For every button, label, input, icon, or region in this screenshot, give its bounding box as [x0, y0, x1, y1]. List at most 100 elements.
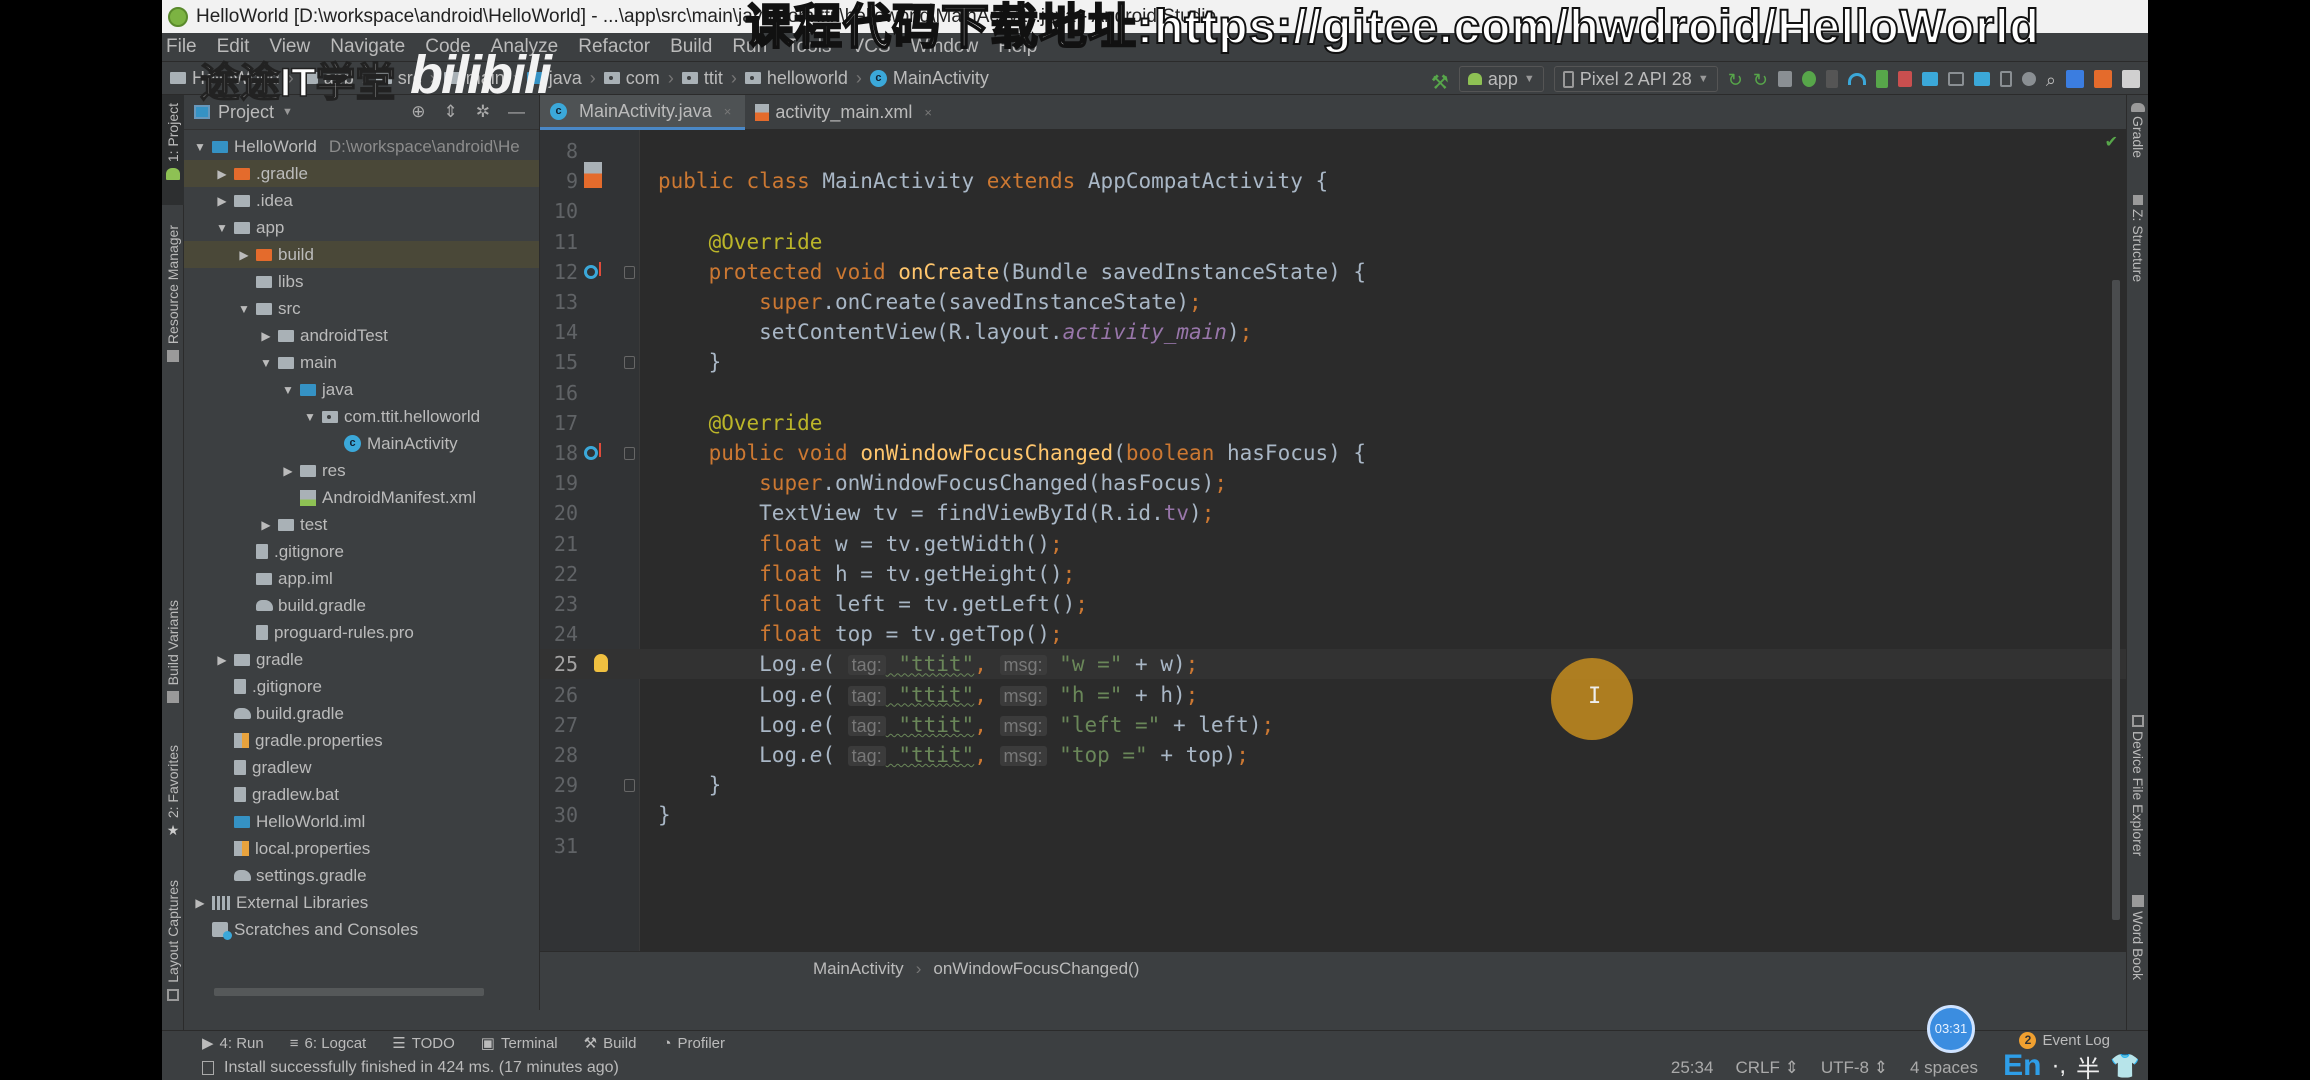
code-line[interactable]: 18 public void onWindowFocusChanged(bool…: [540, 438, 2126, 468]
device-manager-icon[interactable]: [1999, 71, 2012, 87]
fold-marker-icon[interactable]: [624, 779, 635, 793]
encoding-select[interactable]: UTF-8 ⇕: [1821, 1058, 1888, 1078]
indent-select[interactable]: 4 spaces: [1910, 1058, 1978, 1078]
attach-icon[interactable]: [1825, 70, 1838, 88]
expanded-arrow-icon[interactable]: ▼: [236, 302, 252, 316]
fold-marker-icon[interactable]: [624, 265, 635, 279]
collapsed-arrow-icon[interactable]: ▶: [192, 896, 208, 910]
tree-item[interactable]: proguard-rules.pro: [184, 619, 539, 646]
tree-item[interactable]: .gitignore: [184, 673, 539, 700]
tool-tab-structure[interactable]: Z: Structure: [2127, 195, 2148, 305]
code-line[interactable]: 15 }: [540, 347, 2126, 377]
tree-item[interactable]: ▶ res: [184, 457, 539, 484]
tree-item[interactable]: local.properties: [184, 835, 539, 862]
apply-changes-icon[interactable]: ↻: [1728, 70, 1743, 90]
code-line[interactable]: 31: [540, 831, 2126, 861]
coverage-icon[interactable]: [1777, 71, 1792, 87]
tree-item[interactable]: ▼ src: [184, 295, 539, 322]
translate-icon[interactable]: [2066, 70, 2084, 88]
tool-window-terminal[interactable]: ▣ Terminal: [481, 1034, 558, 1053]
fold-marker-icon[interactable]: [624, 447, 635, 460]
code-line[interactable]: 22 float h = tv.getHeight();: [540, 559, 2126, 589]
code-line[interactable]: 27 Log.e( tag: "ttit", msg: "left =" + l…: [540, 710, 2126, 740]
expanded-arrow-icon[interactable]: ▼: [280, 383, 296, 397]
tree-item[interactable]: ▶ build: [184, 241, 539, 268]
debug-attach-icon[interactable]: [1875, 70, 1888, 88]
editor-tab[interactable]: activity_main.xml ×: [745, 95, 946, 130]
tool-window-profiler[interactable]: ◔ Profiler: [662, 1035, 725, 1052]
tool-window-todo[interactable]: ☰ TODO: [392, 1034, 455, 1053]
ime-width-mode[interactable]: 半: [2076, 1049, 2100, 1080]
ime-skin-icon[interactable]: 👕: [2110, 1052, 2140, 1080]
code-editor[interactable]: 8 9 public class MainActivity extends AppC…: [540, 130, 2126, 985]
event-log-button[interactable]: 2 Event Log: [2019, 1032, 2110, 1049]
tree-item[interactable]: app.iml: [184, 565, 539, 592]
code-line[interactable]: 9 public class MainActivity extends AppCo…: [540, 162, 2126, 196]
code-line[interactable]: 12 protected void onCreate(Bundle savedI…: [540, 257, 2126, 287]
device-select[interactable]: Pixel 2 API 28 ▼: [1553, 66, 1718, 92]
tree-item[interactable]: gradle.properties: [184, 727, 539, 754]
code-line[interactable]: 17 @Override: [540, 408, 2126, 438]
sdk-manager-icon[interactable]: [1973, 72, 1990, 86]
tree-item[interactable]: ▶ gradle: [184, 646, 539, 673]
code-line[interactable]: 26 Log.e( tag: "ttit", msg: "h =" + h);: [540, 680, 2126, 710]
tool-tab-resource-manager[interactable]: Resource Manager: [162, 225, 184, 405]
debug-icon[interactable]: [1801, 71, 1816, 87]
code-line[interactable]: 16: [540, 378, 2126, 408]
collapsed-arrow-icon[interactable]: ▶: [214, 194, 230, 208]
code-line[interactable]: 30}: [540, 800, 2126, 830]
run-configuration-select[interactable]: app ▼: [1458, 66, 1544, 92]
tree-item[interactable]: gradlew: [184, 754, 539, 781]
collapsed-arrow-icon[interactable]: ▶: [258, 518, 274, 532]
tool-tab-word-book[interactable]: Word Book: [2127, 895, 2148, 1015]
code-line[interactable]: 23 float left = tv.getLeft();: [540, 589, 2126, 619]
editor-breadcrumb-item[interactable]: MainActivity: [813, 959, 904, 979]
nav-crumb[interactable]: helloworld ›: [744, 68, 870, 89]
ime-language[interactable]: En: [2003, 1049, 2041, 1080]
code-line[interactable]: 11 @Override: [540, 227, 2126, 257]
status-toggle-icon[interactable]: [202, 1060, 214, 1075]
overrides-method-icon[interactable]: [584, 443, 601, 460]
code-line[interactable]: 20 TextView tv = findViewById(R.id.tv);: [540, 498, 2126, 528]
collapsed-arrow-icon[interactable]: ▶: [236, 248, 252, 262]
tool-window-run[interactable]: ▶ 4: Run: [202, 1034, 264, 1053]
tool-tab-gradle[interactable]: Gradle: [2127, 103, 2148, 183]
tree-item[interactable]: ▼ main: [184, 349, 539, 376]
tree-item[interactable]: build.gradle: [184, 592, 539, 619]
inspection-ok-icon[interactable]: ✔: [2105, 132, 2118, 152]
expanded-arrow-icon[interactable]: ▼: [192, 140, 208, 154]
fold-marker-icon[interactable]: [624, 356, 635, 370]
expanded-arrow-icon[interactable]: ▼: [302, 410, 318, 424]
code-line[interactable]: 8: [540, 136, 2126, 166]
code-line[interactable]: 29 }: [540, 770, 2126, 800]
tool-tab-build-variants[interactable]: Build Variants: [162, 600, 184, 730]
ime-punctuation[interactable]: ·,: [2051, 1052, 2066, 1080]
collapsed-arrow-icon[interactable]: ▶: [258, 329, 274, 343]
close-icon[interactable]: ×: [924, 105, 932, 120]
tree-item[interactable]: ▼ app: [184, 214, 539, 241]
stop-icon[interactable]: [1897, 71, 1912, 87]
tree-item[interactable]: build.gradle: [184, 700, 539, 727]
close-icon[interactable]: ×: [724, 104, 732, 119]
code-line[interactable]: 19 super.onWindowFocusChanged(hasFocus);: [540, 468, 2126, 498]
account-icon[interactable]: [2122, 70, 2140, 88]
tool-window-logcat[interactable]: ≡ 6: Logcat: [290, 1035, 366, 1052]
expanded-arrow-icon[interactable]: ▼: [214, 221, 230, 235]
sync-icon[interactable]: [1921, 72, 1938, 86]
tree-item[interactable]: ▶ External Libraries: [184, 889, 539, 916]
tree-item[interactable]: ▶ .gradle: [184, 160, 539, 187]
code-line[interactable]: 24 float top = tv.getTop();: [540, 619, 2126, 649]
code-line[interactable]: 25 Log.e( tag: "ttit", msg: "w =" + w);: [540, 649, 2126, 680]
status-message[interactable]: Install successfully finished in 424 ms.…: [224, 1059, 619, 1077]
plugin-icon[interactable]: [2094, 70, 2112, 88]
avd-manager-icon[interactable]: [1947, 72, 1964, 86]
tree-item[interactable]: ▶ .idea: [184, 187, 539, 214]
collapsed-arrow-icon[interactable]: ▶: [280, 464, 296, 478]
tree-item[interactable]: HelloWorld.iml: [184, 808, 539, 835]
tree-item[interactable]: ▶ androidTest: [184, 322, 539, 349]
tree-item[interactable]: ▼ com.ttit.helloworld: [184, 403, 539, 430]
caret-position[interactable]: 25:34: [1671, 1058, 1714, 1078]
tool-tab-layout-captures[interactable]: Layout Captures: [162, 880, 184, 1010]
hammer-icon[interactable]: ⚒: [1431, 70, 1449, 94]
layout-inspector-icon[interactable]: [2021, 72, 2036, 86]
